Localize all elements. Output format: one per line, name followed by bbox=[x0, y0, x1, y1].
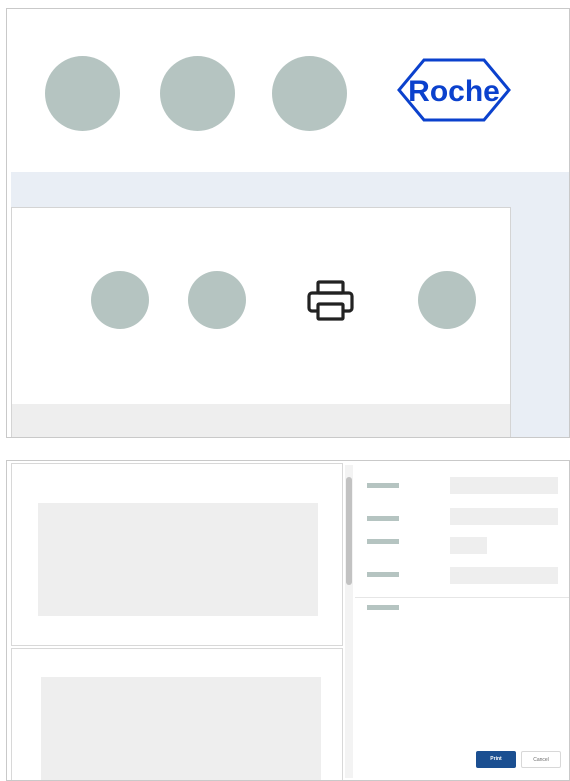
printer-icon[interactable] bbox=[306, 280, 356, 322]
print-settings: Print Cancel bbox=[355, 461, 569, 780]
toolbar-card bbox=[11, 207, 511, 437]
print-preview-page-2 bbox=[11, 648, 343, 780]
setting-field[interactable] bbox=[450, 567, 558, 584]
print-button[interactable]: Print bbox=[476, 751, 516, 768]
toolbar-card-footer bbox=[12, 404, 510, 437]
logo-text: Roche bbox=[408, 75, 500, 108]
avatar-placeholder-1[interactable] bbox=[45, 56, 120, 131]
setting-field[interactable] bbox=[450, 537, 487, 554]
print-preview-page-1 bbox=[11, 463, 343, 646]
print-dialog: Print Cancel bbox=[6, 460, 570, 781]
avatar-placeholder-2[interactable] bbox=[160, 56, 235, 131]
preview-scrollbar-thumb[interactable] bbox=[346, 477, 352, 585]
setting-label bbox=[367, 572, 399, 577]
setting-label bbox=[367, 539, 399, 544]
settings-divider bbox=[355, 597, 569, 598]
cancel-button[interactable]: Cancel bbox=[521, 751, 561, 768]
roche-logo: Roche bbox=[396, 57, 512, 123]
preview-content-placeholder bbox=[38, 503, 318, 616]
setting-label bbox=[367, 483, 399, 488]
preview-content-placeholder bbox=[41, 677, 321, 780]
setting-field[interactable] bbox=[450, 508, 558, 525]
setting-label bbox=[367, 605, 399, 610]
avatar-placeholder-3[interactable] bbox=[272, 56, 347, 131]
preview-scrollbar[interactable] bbox=[345, 465, 353, 778]
toolbar-button-placeholder-1[interactable] bbox=[91, 271, 149, 329]
toolbar-button-placeholder-3[interactable] bbox=[418, 271, 476, 329]
setting-field[interactable] bbox=[450, 477, 558, 494]
setting-label bbox=[367, 516, 399, 521]
toolbar-button-placeholder-2[interactable] bbox=[188, 271, 246, 329]
app-header-panel: Roche bbox=[6, 8, 570, 438]
